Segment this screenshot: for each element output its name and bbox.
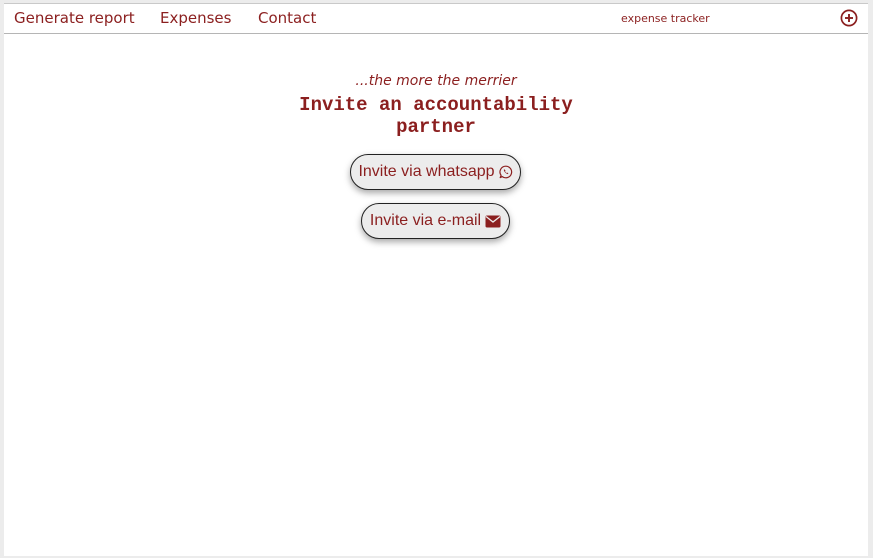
envelope-icon	[485, 215, 501, 227]
add-expense-button[interactable]	[840, 9, 858, 27]
plus-circle-icon	[840, 9, 858, 27]
nav-generate-report-link[interactable]: Generate report	[14, 9, 135, 27]
page-title: Invite an accountability partner	[299, 94, 573, 138]
invite-email-button[interactable]: Invite via e-mail	[361, 203, 510, 239]
app-frame: Generate report Expenses Contact expense…	[4, 3, 868, 556]
invite-email-label: Invite via e-mail	[369, 212, 482, 229]
invite-whatsapp-label: Invite via whatsapp	[358, 163, 495, 180]
nav-contact-link[interactable]: Contact	[258, 9, 316, 27]
whatsapp-icon	[498, 165, 512, 179]
invite-whatsapp-button[interactable]: Invite via whatsapp	[350, 154, 521, 190]
top-nav-bar: Generate report Expenses Contact expense…	[4, 4, 868, 34]
tagline: ...the more the merrier	[355, 73, 517, 89]
nav-expenses-link[interactable]: Expenses	[160, 9, 231, 27]
app-brand-label: expense tracker	[621, 12, 710, 25]
